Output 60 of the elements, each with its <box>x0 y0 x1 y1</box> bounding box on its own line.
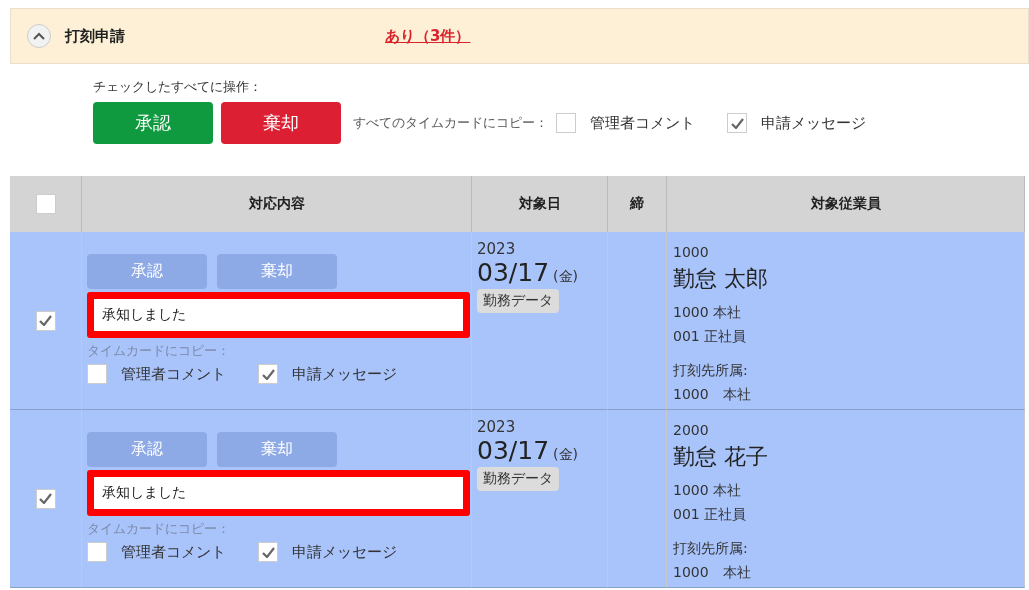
comment-field[interactable]: 承知しました <box>87 470 470 516</box>
checkbox[interactable] <box>35 194 56 214</box>
weekday-text: (金) <box>553 446 578 464</box>
checkbox[interactable] <box>258 364 278 384</box>
collapse-button[interactable] <box>27 24 51 48</box>
employment-type: 001 正社員 <box>673 327 748 346</box>
approve-button[interactable]: 承認 <box>93 102 213 144</box>
bulk-label: チェックしたすべてに操作： <box>93 78 263 96</box>
check-icon <box>261 546 275 558</box>
column-header: 締 <box>608 176 667 232</box>
option-label: 申請メッセージ <box>292 542 397 562</box>
year-text: 2023 <box>477 240 517 258</box>
check-icon <box>39 315 52 326</box>
weekday-text: (金) <box>553 268 578 286</box>
column-header: 対応内容 <box>82 176 472 232</box>
checkbox[interactable] <box>87 364 107 384</box>
option-label: 管理者コメント <box>121 542 226 562</box>
checkbox[interactable] <box>258 542 278 562</box>
checkbox[interactable] <box>35 488 56 509</box>
reject-button[interactable]: 棄却 <box>217 254 337 289</box>
copy-label: タイムカードにコピー： <box>87 342 231 360</box>
reject-button[interactable]: 棄却 <box>217 432 337 467</box>
date-text: 03/17 <box>477 258 550 287</box>
copy-label: すべてのタイムカードにコピー： <box>353 114 548 132</box>
approve-button[interactable]: 承認 <box>87 432 207 467</box>
option-label: 管理者コメント <box>121 364 226 384</box>
chevron-icon <box>33 32 45 40</box>
tag[interactable]: 勤務データ <box>477 467 559 491</box>
punch-label: 打刻先所属: <box>673 361 749 380</box>
option-label: 申請メッセージ <box>761 113 866 133</box>
checkbox[interactable] <box>87 542 107 562</box>
copy-label: タイムカードにコピー： <box>87 520 231 538</box>
check-icon <box>730 117 744 129</box>
column-header: 対象従業員 <box>667 176 1025 232</box>
checkbox[interactable] <box>727 113 747 133</box>
employment-type: 001 正社員 <box>673 505 748 524</box>
employee-code: 1000 <box>673 243 710 262</box>
department-text: 1000 本社 <box>673 303 743 322</box>
punch-department: 1000 本社 <box>673 563 752 582</box>
employee-name: 勤怠 太郎 <box>673 265 769 293</box>
section-title: 打刻申請 <box>65 26 126 46</box>
employee-name: 勤怠 花子 <box>673 443 769 471</box>
option-label: 申請メッセージ <box>292 364 397 384</box>
checkbox[interactable] <box>556 113 576 133</box>
department-text: 1000 本社 <box>673 481 743 500</box>
comment-field[interactable]: 承知しました <box>87 292 470 338</box>
check-icon <box>261 368 275 380</box>
date-text: 03/17 <box>477 436 550 465</box>
reject-button[interactable]: 棄却 <box>221 102 341 144</box>
punch-label: 打刻先所属: <box>673 539 749 558</box>
employee-code: 2000 <box>673 421 710 440</box>
checkbox[interactable] <box>35 310 56 331</box>
tag[interactable]: 勤務データ <box>477 289 559 313</box>
status-link[interactable]: あり（3件） <box>385 26 471 46</box>
approve-button[interactable]: 承認 <box>87 254 207 289</box>
check-icon <box>39 493 52 504</box>
punch-department: 1000 本社 <box>673 385 752 404</box>
column-header: 対象日 <box>472 176 608 232</box>
option-label: 管理者コメント <box>590 113 695 133</box>
year-text: 2023 <box>477 418 517 436</box>
